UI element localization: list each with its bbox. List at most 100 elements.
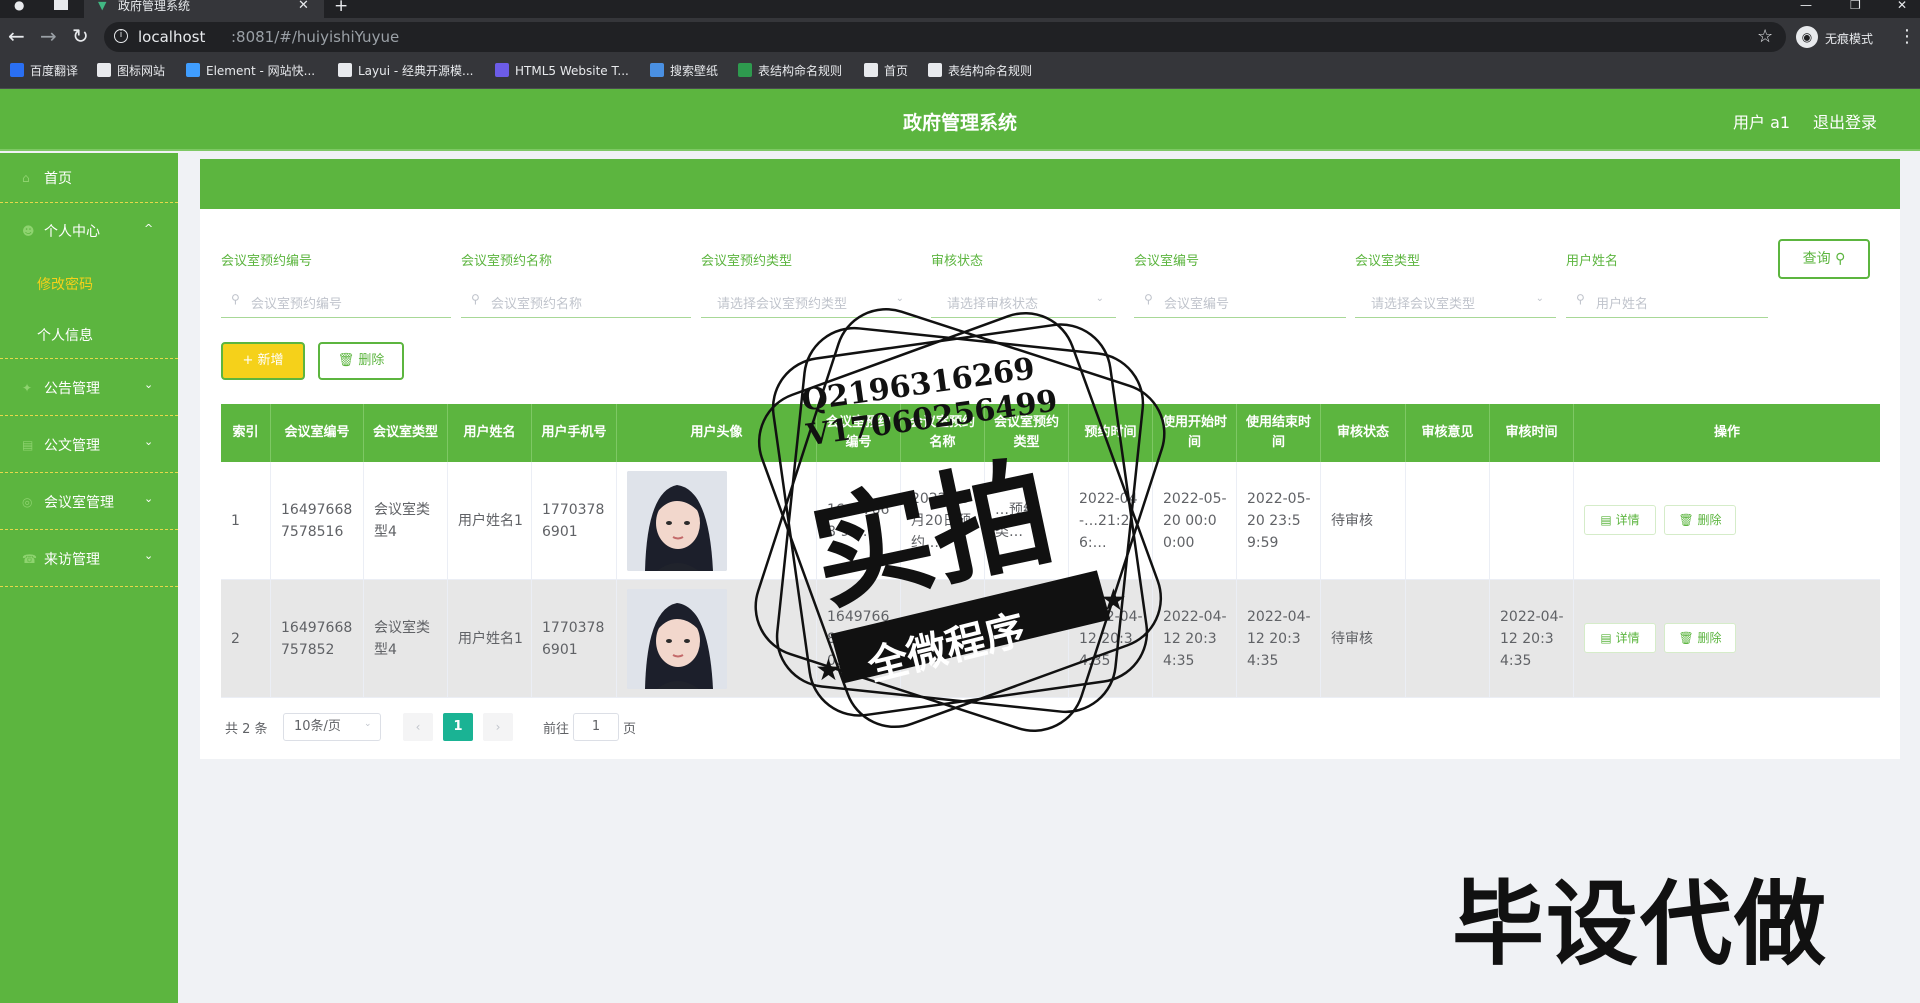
booking-name-input[interactable]: ⚲ 会议室预约名称	[461, 284, 691, 318]
element-icon	[186, 63, 200, 77]
row-delete-button[interactable]: 🗑 删除	[1664, 623, 1736, 653]
sidebar-item-notice[interactable]: ✦ 公告管理 ⌄	[0, 360, 178, 416]
bookmark-item[interactable]: 首页	[864, 63, 908, 79]
room-type-select[interactable]: 请选择会议室类型 ⌄	[1355, 284, 1556, 318]
notice-icon: ✦	[22, 381, 33, 395]
sidebar-item-personal-center[interactable]: ☻ 个人中心 ^	[0, 203, 178, 258]
bookmark-item[interactable]: 表结构命名规则	[738, 63, 842, 79]
user-name-input[interactable]: ⚲ 用户姓名	[1566, 284, 1768, 318]
input-placeholder: 会议室预约编号	[251, 297, 343, 312]
bookmark-item[interactable]: Element - 网站快...	[186, 63, 315, 79]
bookmark-item[interactable]: Layui - 经典开源模...	[338, 63, 473, 79]
back-arrow-icon[interactable]: ←	[8, 26, 25, 46]
tab-close-icon[interactable]: ✕	[298, 0, 309, 12]
forward-arrow-icon[interactable]: →	[40, 26, 57, 46]
cell-start-time: 2022-05-20 00:00:00	[1153, 462, 1237, 580]
search-button[interactable]: 查询 ⚲	[1778, 239, 1870, 279]
bookmark-label: Element - 网站快...	[206, 64, 316, 78]
cell-booking-type	[985, 580, 1069, 698]
tab-search-icon[interactable]	[54, 0, 68, 10]
tab-title[interactable]: 政府管理系统	[118, 0, 190, 12]
review-status-select[interactable]: 请选择审核状态 ⌄	[931, 284, 1116, 318]
bookmark-item[interactable]: 百度翻译	[10, 63, 78, 79]
logout-link[interactable]: 退出登录	[1813, 109, 1877, 133]
sidebar-item-label: 首页	[44, 171, 72, 187]
incognito-icon[interactable]: ◉	[1796, 26, 1818, 48]
booking-type-select[interactable]: 请选择会议室预约类型 ⌄	[701, 284, 916, 318]
search-icon: ⚲	[471, 292, 480, 306]
sidebar-item-documents[interactable]: ▤ 公文管理 ⌄	[0, 416, 178, 473]
detail-button[interactable]: ▤ 详情	[1584, 505, 1656, 535]
window-minimize-icon[interactable]: —	[1800, 0, 1812, 11]
browser-profile-icon[interactable]: ●	[14, 0, 30, 12]
bookmark-item[interactable]: 表结构命名规则	[928, 63, 1032, 79]
browser-menu-icon[interactable]: ⋮	[1898, 26, 1916, 47]
search-icon: ⚲	[1835, 251, 1846, 267]
select-placeholder: 请选择会议室类型	[1371, 297, 1476, 312]
delete-label: 删除	[1697, 631, 1722, 645]
new-tab-icon[interactable]: +	[334, 0, 348, 15]
sidebar-subitem-personal-info[interactable]: 个人信息	[0, 325, 178, 359]
sidebar-item-meeting-room[interactable]: ◎ 会议室管理 ⌄	[0, 473, 178, 530]
delete-label: 删除	[1697, 513, 1722, 527]
bookmark-label: 表结构命名规则	[948, 64, 1033, 78]
sidebar-item-visitors[interactable]: ☎ 来访管理 ⌄	[0, 530, 178, 587]
room-no-input[interactable]: ⚲ 会议室编号	[1134, 284, 1346, 318]
chevron-down-icon: ⌄	[144, 549, 154, 562]
vue-favicon-icon: ▼	[98, 0, 107, 12]
bookmark-label: Layui - 经典开源模...	[358, 64, 474, 78]
avatar-portrait-icon	[627, 589, 727, 689]
current-page-button[interactable]: 1	[443, 713, 473, 741]
add-button[interactable]: + 新增	[221, 342, 305, 380]
window-maximize-icon[interactable]: ❐	[1850, 0, 1861, 11]
col-header: 操作	[1713, 425, 1740, 440]
document-icon: ▤	[22, 438, 34, 452]
reload-icon[interactable]: ↻	[72, 26, 89, 46]
bookmark-item[interactable]: HTML5 Website T...	[495, 63, 629, 79]
select-placeholder: 请选择会议室预约类型	[717, 297, 848, 312]
cell-booking-time: 2022-04-12 20:34:35	[1069, 580, 1153, 698]
detail-button[interactable]: ▤ 详情	[1584, 623, 1656, 653]
flag-icon	[97, 63, 111, 77]
user-icon: ☻	[22, 224, 35, 238]
page-banner	[200, 159, 1900, 209]
bookmark-label: 表结构命名规则	[758, 64, 843, 78]
table-row: 1 16497668 7578516 会议室类型4 用户姓名1 1770378 …	[221, 462, 1880, 580]
bookmark-item[interactable]: 图标网站	[97, 63, 165, 79]
site-info-icon[interactable]: i	[114, 29, 128, 43]
row-delete-button[interactable]: 🗑 删除	[1664, 505, 1736, 535]
bookmark-star-icon[interactable]: ☆	[1757, 26, 1773, 47]
cell-user-name: 用户姓名1	[448, 462, 532, 580]
url-host[interactable]: localhost	[138, 28, 205, 46]
search-icon: ⚲	[231, 292, 240, 306]
batch-delete-button[interactable]: 🗑 删除	[318, 342, 404, 380]
goto-page-input[interactable]: 1	[573, 713, 619, 741]
sidebar-subitem-label: 修改密码	[37, 277, 93, 293]
cell-room-no: 16497668 757852	[271, 580, 364, 698]
prev-page-button[interactable]: ‹	[403, 713, 433, 741]
col-header: 会议室编号	[271, 404, 364, 462]
table-header: 索引 会议室编号 会议室类型 用户姓名 用户手机号 用户头像 会议室预约编号 会…	[221, 404, 1880, 462]
filter-label-booking-type: 会议室预约类型	[701, 254, 793, 269]
cell-avatar	[617, 462, 817, 580]
window-close-icon[interactable]: ✕	[1897, 0, 1907, 11]
sidebar-subitem-label: 个人信息	[37, 328, 93, 344]
url-path[interactable]: :8081/#/huiyishiYuyue	[231, 28, 399, 46]
user-avatar[interactable]	[627, 471, 727, 571]
next-page-button[interactable]: ›	[483, 713, 513, 741]
col-header: 使用开始时间	[1153, 404, 1237, 462]
filter-label-review-status: 审核状态	[931, 254, 984, 269]
col-header: 会议室预约名称	[901, 404, 985, 462]
booking-no-input[interactable]: ⚲ 会议室预约编号	[221, 284, 451, 318]
incognito-label[interactable]: 无痕模式	[1825, 30, 1873, 47]
user-avatar[interactable]	[627, 589, 727, 689]
cell-status: 待审核	[1321, 462, 1406, 580]
cell-booking-name	[901, 580, 985, 698]
bookmark-item[interactable]: 搜索壁纸	[650, 63, 718, 79]
col-header: 会议室预约编号	[817, 404, 901, 462]
sidebar-item-label: 会议室管理	[44, 495, 114, 511]
col-header: 审核意见	[1406, 404, 1490, 462]
trash-icon: 🗑	[1678, 631, 1694, 645]
sidebar-item-home[interactable]: ⌂ 首页	[0, 153, 178, 203]
cell-actions: ▤ 详情 🗑 删除	[1574, 580, 1880, 698]
